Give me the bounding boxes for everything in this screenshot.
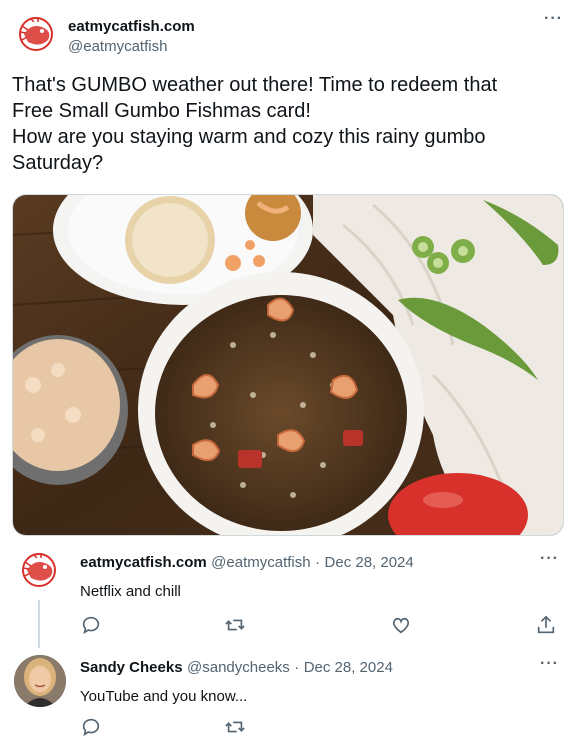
catfish-logo-icon — [19, 17, 53, 51]
main-tweet-text-line: How are you staying warm and cozy this r… — [12, 126, 486, 148]
reply-1-header: eatmycatfish.com @eatmycatfish · Dec 28,… — [80, 554, 414, 572]
like-icon[interactable] — [390, 614, 412, 636]
reply-2-text: YouTube and you know... — [80, 688, 248, 705]
retweet-icon[interactable] — [224, 614, 246, 636]
main-tweet-text-line: Free Small Gumbo Fishmas card! — [12, 100, 311, 122]
catfish-logo-icon — [22, 553, 56, 587]
share-icon[interactable] — [535, 614, 557, 636]
gumbo-photo[interactable] — [12, 194, 564, 536]
reply-1-date[interactable]: Dec 28, 2024 — [325, 554, 414, 571]
reply-1-more-icon[interactable]: ··· — [540, 550, 559, 568]
reply-1-text: Netflix and chill — [80, 583, 181, 600]
sandy-avatar-photo — [14, 655, 66, 707]
reply-icon[interactable] — [80, 614, 102, 636]
reply-2-display-name[interactable]: Sandy Cheeks — [80, 659, 183, 676]
reply-1-separator: · — [315, 554, 321, 571]
main-tweet-text-line: Saturday? — [12, 152, 104, 174]
reply-icon[interactable] — [80, 716, 102, 738]
reply-1-handle[interactable]: @eatmycatfish — [211, 554, 310, 571]
main-tweet-avatar[interactable] — [14, 12, 58, 56]
retweet-icon[interactable] — [224, 716, 246, 738]
reply-2-handle[interactable]: @sandycheeks — [187, 659, 290, 676]
more-dots-icon[interactable]: ··· — [544, 10, 563, 28]
main-tweet-text-line: That's GUMBO weather out there! Time to … — [12, 74, 498, 96]
reply-2-avatar[interactable] — [14, 655, 66, 707]
gumbo-photo-image — [13, 195, 563, 535]
main-tweet-handle[interactable]: @eatmycatfish — [68, 38, 167, 55]
reply-2-date[interactable]: Dec 28, 2024 — [304, 659, 393, 676]
reply-1-display-name[interactable]: eatmycatfish.com — [80, 554, 207, 571]
reply-2-more-icon[interactable]: ··· — [540, 655, 559, 673]
reply-1-avatar[interactable] — [17, 548, 61, 592]
main-tweet-display-name[interactable]: eatmycatfish.com — [68, 18, 195, 35]
thread-connector — [38, 600, 40, 648]
main-tweet-text: That's GUMBO weather out there! Time to … — [12, 72, 562, 176]
reply-2-header: Sandy Cheeks @sandycheeks · Dec 28, 2024 — [80, 659, 393, 677]
reply-2-separator: · — [294, 659, 300, 676]
